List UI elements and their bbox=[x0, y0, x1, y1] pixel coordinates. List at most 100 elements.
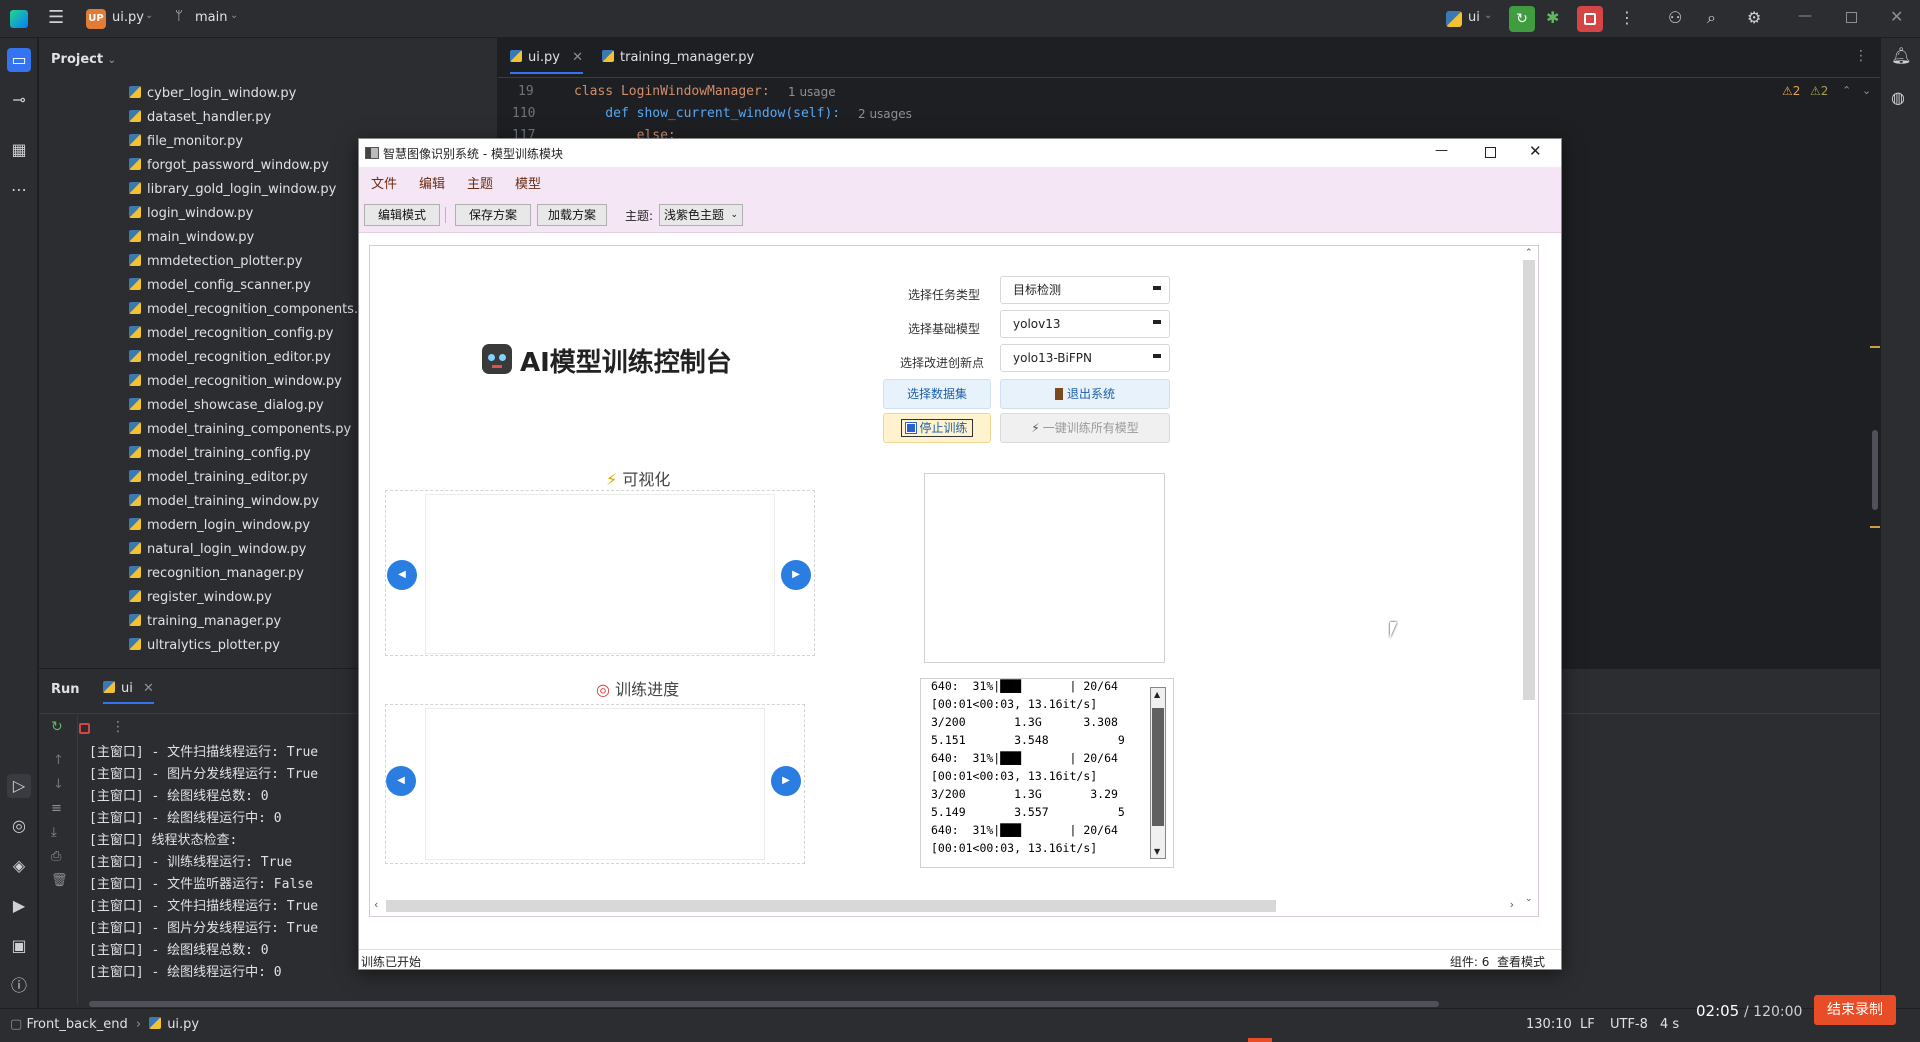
file-tree-item[interactable]: file_monitor.py bbox=[129, 130, 243, 154]
app-maximize-icon[interactable] bbox=[1485, 147, 1496, 158]
usage-hint[interactable]: 2 usages bbox=[858, 107, 912, 121]
menu-edit[interactable]: 编辑 bbox=[419, 173, 445, 192]
file-tree-item[interactable]: main_window.py bbox=[129, 226, 254, 250]
more-run-actions-icon[interactable]: ⋮ bbox=[111, 719, 125, 735]
python-console-icon[interactable]: ◎ bbox=[7, 814, 31, 838]
file-tree-item[interactable]: model_recognition_config.py bbox=[129, 322, 334, 346]
breadcrumb-file[interactable]: ui.py bbox=[167, 1017, 199, 1032]
project-folder-icon[interactable]: ▭ bbox=[7, 48, 31, 72]
training-log[interactable]: 640: 31%|███ | 20/64 [00:01<00:03, 13.16i… bbox=[920, 678, 1174, 868]
file-tree-item[interactable]: library_gold_login_window.py bbox=[129, 178, 336, 202]
line-separator[interactable]: LF bbox=[1580, 1017, 1595, 1032]
indent-info[interactable]: 4 s bbox=[1660, 1017, 1679, 1032]
file-tree-item[interactable]: model_showcase_dialog.py bbox=[129, 394, 324, 418]
trash-icon[interactable]: 🗑 bbox=[51, 873, 68, 888]
base-model-select[interactable]: yolov13 bbox=[1000, 310, 1170, 338]
log-scrollbar[interactable]: ▲ ▼ bbox=[1150, 687, 1166, 859]
save-plan-button[interactable]: 保存方案 bbox=[455, 204, 531, 226]
debug-icon[interactable]: ✱ bbox=[1546, 8, 1559, 27]
file-tree-item[interactable]: training_manager.py bbox=[129, 610, 281, 634]
progress-next-button[interactable]: ▶ bbox=[771, 766, 801, 796]
improvement-select[interactable]: yolo13-BiFPN bbox=[1000, 344, 1170, 372]
file-tree-item[interactable]: natural_login_window.py bbox=[129, 538, 306, 562]
print-icon[interactable]: ⎙ bbox=[51, 849, 61, 864]
breadcrumb-root[interactable]: Front_back_end bbox=[26, 1017, 127, 1032]
close-run-tab-icon[interactable]: ✕ bbox=[143, 681, 154, 696]
file-tree-item[interactable]: model_recognition_editor.py bbox=[129, 346, 331, 370]
layers-icon[interactable]: ◈ bbox=[7, 854, 31, 878]
viz-prev-button[interactable]: ◀ bbox=[387, 560, 417, 590]
file-tree-item[interactable]: forgot_password_window.py bbox=[129, 154, 329, 178]
file-encoding[interactable]: UTF-8 bbox=[1610, 1017, 1648, 1032]
progress-prev-button[interactable]: ◀ bbox=[386, 766, 416, 796]
caret-position[interactable]: 130:10 bbox=[1526, 1017, 1572, 1032]
app-minimize-icon[interactable]: — bbox=[1435, 143, 1448, 158]
menu-model[interactable]: 模型 bbox=[515, 173, 541, 192]
file-tree-item[interactable]: dataset_handler.py bbox=[129, 106, 271, 130]
project-file-widget[interactable]: ui.py bbox=[112, 10, 144, 25]
content-hscrollbar[interactable]: ‹ › bbox=[370, 896, 1520, 916]
run-tool-icon[interactable]: ▷ bbox=[7, 774, 31, 798]
file-tree-item[interactable]: ultralytics_plotter.py bbox=[129, 634, 280, 658]
file-tree-item[interactable]: model_recognition_window.py bbox=[129, 370, 342, 394]
usage-hint[interactable]: 1 usage bbox=[788, 85, 836, 99]
run-config-tab[interactable]: ui ✕ bbox=[103, 681, 154, 704]
notifications-icon[interactable]: 🔔︎ bbox=[1891, 46, 1911, 65]
minimize-icon[interactable]: — bbox=[1798, 8, 1812, 24]
terminal-icon[interactable]: ▣ bbox=[7, 934, 31, 958]
project-badge[interactable]: UP bbox=[86, 9, 106, 29]
prev-highlight-icon[interactable]: ⌃ bbox=[1842, 84, 1851, 97]
add-user-icon[interactable]: ⚇ bbox=[1668, 8, 1682, 27]
main-menu-icon[interactable]: ☰ bbox=[48, 9, 66, 27]
warning-icon[interactable]: ⚠2 bbox=[1782, 84, 1800, 98]
file-tree-item[interactable]: recognition_manager.py bbox=[129, 562, 304, 586]
close-tab-icon[interactable]: ✕ bbox=[572, 50, 583, 65]
file-tree-item[interactable]: model_config_scanner.py bbox=[129, 274, 311, 298]
soft-wrap-icon[interactable]: ≡ bbox=[51, 801, 62, 816]
file-tree-item[interactable]: cyber_login_window.py bbox=[129, 82, 296, 106]
next-highlight-icon[interactable]: ⌄ bbox=[1862, 84, 1871, 97]
app-close-icon[interactable]: ✕ bbox=[1529, 142, 1542, 160]
branch-widget[interactable]: main bbox=[195, 10, 227, 25]
content-hscrollbar-thumb[interactable] bbox=[386, 900, 1276, 912]
file-tree-item[interactable]: model_recognition_components.py bbox=[129, 298, 374, 322]
console-hscrollbar[interactable] bbox=[89, 1001, 1439, 1007]
code-line[interactable]: class LoginWindowManager: bbox=[574, 84, 770, 99]
edit-mode-button[interactable]: 编辑模式 bbox=[364, 204, 440, 226]
more-actions-icon[interactable]: ⋮ bbox=[1619, 8, 1635, 27]
file-tree-item[interactable]: model_training_window.py bbox=[129, 490, 319, 514]
theme-select[interactable]: 浅紫色主题 ⌄ bbox=[659, 204, 743, 226]
file-tree-item[interactable]: model_training_editor.py bbox=[129, 466, 308, 490]
load-plan-button[interactable]: 加载方案 bbox=[537, 204, 607, 226]
content-vscrollbar-thumb[interactable] bbox=[1523, 260, 1535, 700]
run-config-selector[interactable]: ui bbox=[1468, 10, 1480, 25]
ai-assistant-icon[interactable]: ◍ bbox=[1891, 88, 1905, 107]
structure-icon[interactable]: ▦ bbox=[7, 138, 31, 162]
file-tree-item[interactable]: login_window.py bbox=[129, 202, 253, 226]
viz-next-button[interactable]: ▶ bbox=[781, 560, 811, 590]
file-tree-item[interactable]: register_window.py bbox=[129, 586, 272, 610]
end-recording-button[interactable]: 结束录制 bbox=[1814, 995, 1896, 1025]
exit-system-button[interactable]: 退出系统 bbox=[1000, 379, 1170, 409]
tab-more-icon[interactable]: ⋮ bbox=[1854, 48, 1868, 64]
stop-icon[interactable] bbox=[1577, 6, 1603, 32]
editor-scrollbar-thumb[interactable] bbox=[1872, 430, 1878, 510]
rerun-small-icon[interactable]: ↻ bbox=[51, 719, 63, 735]
log-scrollbar-thumb[interactable] bbox=[1152, 708, 1164, 826]
restore-icon[interactable] bbox=[1846, 12, 1857, 23]
project-panel-title[interactable]: Project ⌄ bbox=[51, 52, 116, 67]
train-all-models-button[interactable]: ⚡ 一键训练所有模型 bbox=[1000, 413, 1170, 443]
rerun-icon[interactable]: ↻ bbox=[1509, 6, 1535, 32]
problems-icon[interactable]: ⓘ bbox=[7, 974, 31, 998]
search-icon[interactable]: ⌕ bbox=[1707, 8, 1716, 28]
services-icon[interactable]: ▶ bbox=[7, 894, 31, 918]
tab-ui-py[interactable]: ui.py ✕ bbox=[510, 48, 583, 74]
menu-file[interactable]: 文件 bbox=[371, 173, 397, 192]
branch-chevron-down-icon[interactable]: ⌄ bbox=[230, 10, 238, 21]
select-dataset-button[interactable]: 选择数据集 bbox=[883, 379, 991, 409]
up-arrow-icon[interactable]: ↑ bbox=[53, 753, 64, 768]
commit-icon[interactable]: ⊸ bbox=[7, 88, 31, 112]
run-panel-title[interactable]: Run bbox=[51, 682, 80, 697]
more-tools-icon[interactable]: ⋯ bbox=[7, 178, 31, 202]
file-tree-item[interactable]: model_training_config.py bbox=[129, 442, 311, 466]
